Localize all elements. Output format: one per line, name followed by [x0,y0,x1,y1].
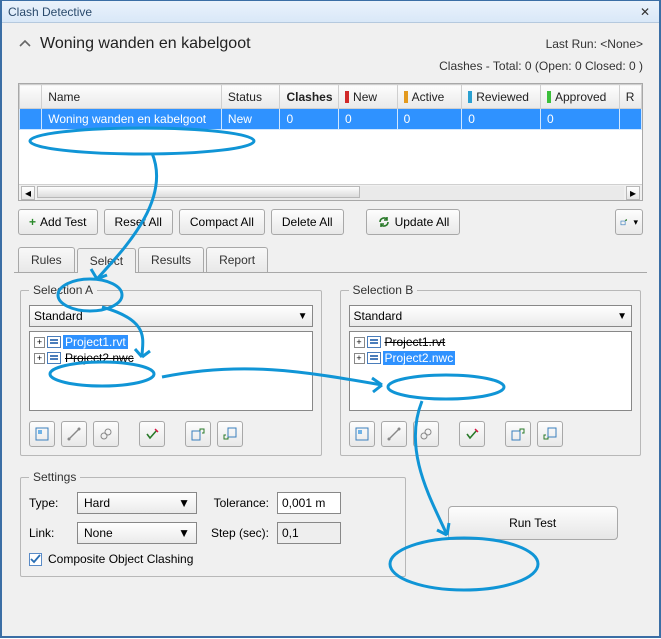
step-label: Step (sec): [205,526,269,540]
tolerance-input[interactable]: 0,001 m [277,492,341,514]
grid-col-clashes[interactable]: Clashes [280,85,339,109]
add-test-button[interactable]: +Add Test [18,209,98,235]
file-icon [47,352,61,364]
tab-results[interactable]: Results [138,247,204,272]
sel-b-tool-3[interactable] [413,421,439,447]
grid-col-status[interactable]: Status [221,85,280,109]
grid-toolbar: +Add Test Reset All Compact All Delete A… [10,201,651,243]
tree-item[interactable]: + Project2.nwc [352,350,630,366]
expand-icon[interactable]: + [354,353,365,364]
selection-b-group: Selection B Standard▼ + Project1.rvt + [340,283,642,456]
grid-col-reviewed[interactable]: Reviewed [462,85,541,109]
clash-detective-window: Clash Detective ✕ Woning wanden en kabel… [0,0,661,638]
tab-rules[interactable]: Rules [18,247,75,272]
checkbox-icon [29,553,42,566]
type-label: Type: [29,496,69,510]
tabstrip: Rules Select Results Report [10,247,651,272]
sel-b-tool-2[interactable] [381,421,407,447]
composite-checkbox[interactable]: Composite Object Clashing [29,552,193,566]
scroll-right-icon[interactable]: ▸ [626,186,640,200]
sel-a-tool-6[interactable] [217,421,243,447]
link-label: Link: [29,526,69,540]
grid-col-new[interactable]: New [339,85,398,109]
update-all-button[interactable]: Update All [366,209,461,235]
grid-col-approved[interactable]: Approved [540,85,619,109]
tree-item[interactable]: + Project1.rvt [352,334,630,350]
window-title: Clash Detective [8,5,637,19]
section-title: Woning wanden en kabelgoot [40,35,546,53]
sel-b-tool-1[interactable] [349,421,375,447]
compact-all-button[interactable]: Compact All [179,209,265,235]
grid-header-row: Name Status Clashes New Active Reviewed … [20,85,642,109]
sel-a-tool-1[interactable] [29,421,55,447]
selection-b-tree[interactable]: + Project1.rvt + Project2.nwc [349,331,633,411]
reset-all-button[interactable]: Reset All [104,209,173,235]
horizontal-scrollbar[interactable]: ◂ ▸ [19,184,642,200]
delete-all-button[interactable]: Delete All [271,209,344,235]
tests-grid: Name Status Clashes New Active Reviewed … [18,83,643,201]
expand-icon[interactable]: + [34,353,45,364]
titlebar: Clash Detective ✕ [2,1,659,23]
sel-a-tool-5[interactable] [185,421,211,447]
tree-item[interactable]: + Project1.rvt [32,334,310,350]
scroll-left-icon[interactable]: ◂ [21,186,35,200]
file-icon [367,336,381,348]
type-dropdown[interactable]: Hard▼ [77,492,197,514]
sel-b-tool-5[interactable] [505,421,531,447]
collapse-icon[interactable] [18,37,32,51]
grid-col-handle[interactable] [20,85,42,109]
settings-group: Settings Type: Hard▼ Tolerance: 0,001 m … [20,470,406,577]
export-button[interactable]: ▾ [615,209,643,235]
scroll-thumb[interactable] [37,186,360,198]
grid-col-name[interactable]: Name [42,85,222,109]
tree-item[interactable]: + Project2.nwc [32,350,310,366]
grid-col-r[interactable]: R [619,85,641,109]
tab-report[interactable]: Report [206,247,268,272]
selection-a-mode-dropdown[interactable]: Standard▼ [29,305,313,327]
link-dropdown[interactable]: None▼ [77,522,197,544]
sel-a-tool-4[interactable] [139,421,165,447]
sel-b-tool-4[interactable] [459,421,485,447]
file-icon [367,352,381,364]
run-test-button[interactable]: Run Test [448,506,618,540]
sel-a-tool-3[interactable] [93,421,119,447]
close-icon[interactable]: ✕ [637,4,653,20]
grid-col-active[interactable]: Active [397,85,462,109]
tolerance-label: Tolerance: [205,496,269,510]
last-run: Last Run: <None> [546,37,643,51]
file-icon [47,336,61,348]
step-input[interactable]: 0,1 [277,522,341,544]
clash-summary: Clashes - Total: 0 (Open: 0 Closed: 0 ) [10,57,651,79]
selection-b-mode-dropdown[interactable]: Standard▼ [349,305,633,327]
sel-b-tool-6[interactable] [537,421,563,447]
section-header: Woning wanden en kabelgoot Last Run: <No… [10,31,651,57]
tab-select[interactable]: Select [77,248,136,273]
sel-a-tool-2[interactable] [61,421,87,447]
selection-a-group: Selection A Standard▼ + Project1.rvt + [20,283,322,456]
expand-icon[interactable]: + [354,337,365,348]
table-row[interactable]: Woning wanden en kabelgoot New 0 0 0 0 0 [20,109,642,130]
expand-icon[interactable]: + [34,337,45,348]
selection-a-tree[interactable]: + Project1.rvt + Project2.nwc [29,331,313,411]
